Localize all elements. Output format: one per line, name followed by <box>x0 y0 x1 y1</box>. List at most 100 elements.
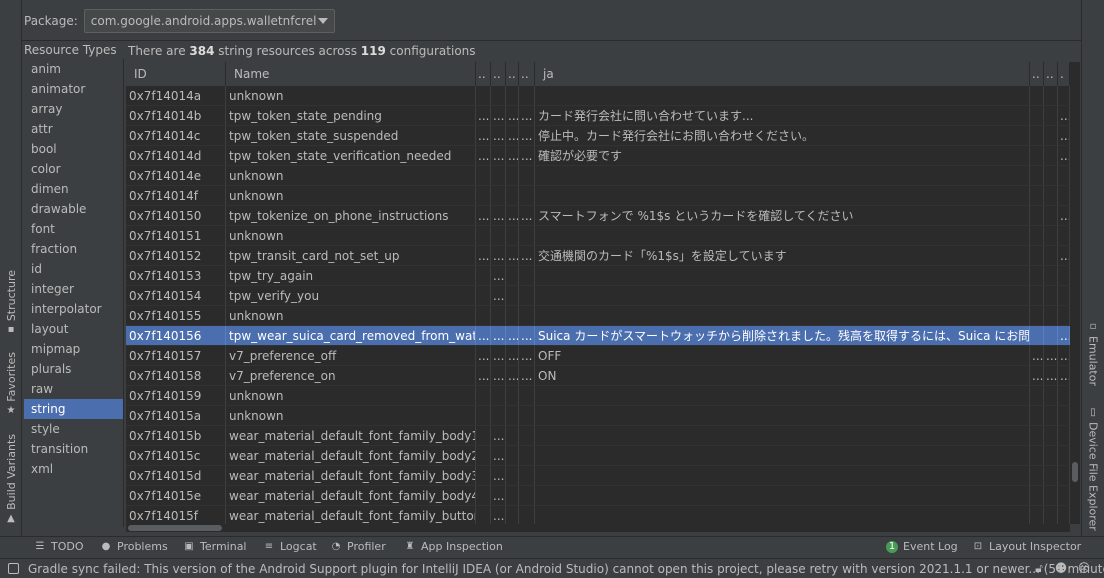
cell-d1[interactable] <box>476 226 491 245</box>
resource-type-font[interactable]: font <box>24 219 123 239</box>
cell-e3[interactable] <box>1058 486 1070 505</box>
cell-d3[interactable] <box>506 166 519 185</box>
cell-e1[interactable]: ... <box>1030 366 1044 385</box>
column-header-config-4[interactable]: .. <box>519 62 535 86</box>
vertical-scrollbar[interactable] <box>1070 62 1080 524</box>
cell-name[interactable]: tpw_tokenize_on_phone_instructions <box>226 206 476 225</box>
cell-ja[interactable]: スマートフォンで %1$s というカードを確認してください <box>535 206 1030 225</box>
cell-id[interactable]: 0x7f14014c <box>126 126 226 145</box>
cell-d2[interactable]: ... <box>491 506 506 524</box>
cell-e2[interactable] <box>1044 166 1058 185</box>
cell-id[interactable]: 0x7f14014a <box>126 86 226 105</box>
cell-e2[interactable] <box>1044 86 1058 105</box>
cell-name[interactable]: tpw_wear_suica_card_removed_from_watch <box>226 326 476 345</box>
cell-e1[interactable]: ... <box>1030 346 1044 365</box>
cell-e3[interactable]: ... <box>1058 206 1070 225</box>
cell-d4[interactable] <box>519 86 535 105</box>
cell-id[interactable]: 0x7f140157 <box>126 346 226 365</box>
cell-d3[interactable] <box>506 306 519 325</box>
cell-d2[interactable]: ... <box>491 346 506 365</box>
cell-name[interactable]: unknown <box>226 306 476 325</box>
table-row[interactable]: 0x7f14015d wear_material_default_font_fam… <box>126 466 1070 486</box>
cell-d4[interactable] <box>519 306 535 325</box>
resource-type-xml[interactable]: xml <box>24 459 123 479</box>
cell-e3[interactable]: ... <box>1058 106 1070 125</box>
cell-d4[interactable] <box>519 446 535 465</box>
cell-d1[interactable]: ... <box>476 146 491 165</box>
cell-name[interactable]: wear_material_default_font_family_body3 <box>226 466 476 485</box>
table-row[interactable]: 0x7f14014b tpw_token_state_pending.......… <box>126 106 1070 126</box>
cell-d2[interactable]: ... <box>491 366 506 385</box>
table-row[interactable]: 0x7f14015e wear_material_default_font_fam… <box>126 486 1070 506</box>
cell-d1[interactable] <box>476 86 491 105</box>
cell-name[interactable]: wear_material_default_font_family_button… <box>226 506 476 524</box>
cell-e2[interactable] <box>1044 186 1058 205</box>
resource-type-plurals[interactable]: plurals <box>24 359 123 379</box>
event-log-tool-button[interactable]: 1 Event Log <box>886 540 958 553</box>
cell-d2[interactable]: ... <box>491 266 506 285</box>
cell-ja[interactable] <box>535 406 1030 425</box>
cell-d1[interactable]: ... <box>476 126 491 145</box>
cell-d1[interactable]: ... <box>476 106 491 125</box>
cell-d2[interactable] <box>491 166 506 185</box>
tool-window-toggle-icon[interactable] <box>8 563 19 574</box>
cell-e2[interactable] <box>1044 486 1058 505</box>
cell-e1[interactable] <box>1030 126 1044 145</box>
cell-e2[interactable] <box>1044 146 1058 165</box>
table-row[interactable]: 0x7f140157 v7_preference_off............ O… <box>126 346 1070 366</box>
cell-d2[interactable] <box>491 306 506 325</box>
column-header-config-2[interactable]: .. <box>491 62 506 86</box>
device-file-explorer-tab[interactable]: ▯ Device File Explorer <box>1084 408 1102 531</box>
cell-d3[interactable] <box>506 266 519 285</box>
cell-d1[interactable] <box>476 406 491 425</box>
cell-e3[interactable] <box>1058 306 1070 325</box>
cell-ja[interactable]: ON <box>535 366 1030 385</box>
cell-e2[interactable] <box>1044 266 1058 285</box>
cell-e1[interactable] <box>1030 206 1044 225</box>
cell-d1[interactable]: ... <box>476 206 491 225</box>
cell-d2[interactable]: ... <box>491 146 506 165</box>
cell-e1[interactable] <box>1030 246 1044 265</box>
cell-e3[interactable] <box>1058 86 1070 105</box>
cell-e3[interactable]: ... <box>1058 326 1070 345</box>
cell-e3[interactable]: ... <box>1058 126 1070 145</box>
cell-ja[interactable] <box>535 226 1030 245</box>
table-row[interactable]: 0x7f140159 unknown <box>126 386 1070 406</box>
table-row[interactable]: 0x7f14014c tpw_token_state_suspended.....… <box>126 126 1070 146</box>
cell-d3[interactable] <box>506 186 519 205</box>
cell-name[interactable]: tpw_token_state_suspended <box>226 126 476 145</box>
cell-d4[interactable]: ... <box>519 246 535 265</box>
terminal-tool-button[interactable]: ▣ Terminal <box>183 540 246 553</box>
cell-d1[interactable] <box>476 166 491 185</box>
cell-d2[interactable]: ... <box>491 206 506 225</box>
cell-id[interactable]: 0x7f14015c <box>126 446 226 465</box>
cell-d3[interactable] <box>506 406 519 425</box>
resource-type-anim[interactable]: anim <box>24 59 123 79</box>
resource-type-transition[interactable]: transition <box>24 439 123 459</box>
cell-d4[interactable]: ... <box>519 126 535 145</box>
cell-id[interactable]: 0x7f14014d <box>126 146 226 165</box>
cell-e3[interactable] <box>1058 166 1070 185</box>
problems-tool-button[interactable]: ● Problems <box>100 540 168 553</box>
cell-e1[interactable] <box>1030 86 1044 105</box>
profiler-tool-button[interactable]: ◔ Profiler <box>330 540 386 553</box>
logcat-tool-button[interactable]: ≡ Logcat <box>263 540 317 553</box>
cell-d2[interactable]: ... <box>491 486 506 505</box>
column-header-config-6[interactable]: .. <box>1044 62 1058 86</box>
resource-type-layout[interactable]: layout <box>24 319 123 339</box>
cell-e1[interactable] <box>1030 146 1044 165</box>
cell-d3[interactable] <box>506 506 519 524</box>
table-row[interactable]: 0x7f14014d tpw_token_state_verification_n… <box>126 146 1070 166</box>
cell-e2[interactable]: ... <box>1044 366 1058 385</box>
cell-ja[interactable] <box>535 306 1030 325</box>
cell-d3[interactable]: ... <box>506 106 519 125</box>
cell-d1[interactable]: ... <box>476 326 491 345</box>
favorites-tab[interactable]: Favorites ★ <box>2 352 20 416</box>
cell-id[interactable]: 0x7f140159 <box>126 386 226 405</box>
cell-name[interactable]: tpw_token_state_verification_needed <box>226 146 476 165</box>
table-row[interactable]: 0x7f140152 tpw_transit_card_not_set_up...… <box>126 246 1070 266</box>
table-row[interactable]: 0x7f140154 tpw_verify_you... <box>126 286 1070 306</box>
cell-name[interactable]: unknown <box>226 406 476 425</box>
cell-e2[interactable] <box>1044 286 1058 305</box>
cell-d4[interactable] <box>519 486 535 505</box>
